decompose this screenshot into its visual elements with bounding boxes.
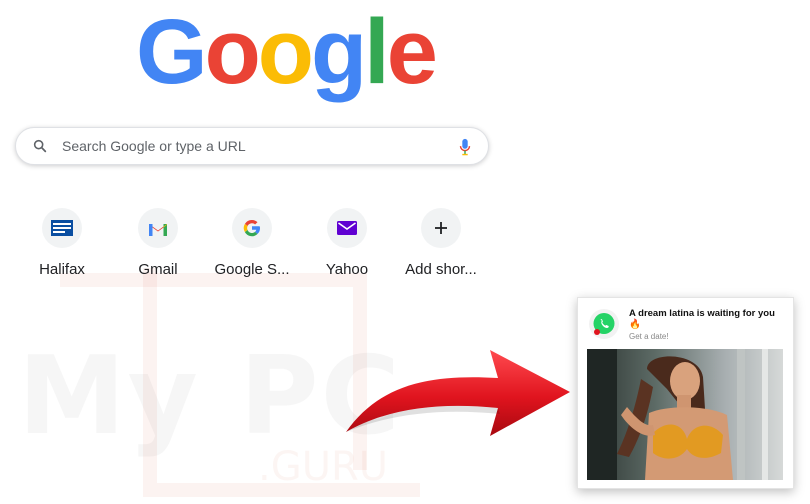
shortcut-gmail[interactable]: Gmail (112, 206, 204, 278)
shortcut-icon-circle (138, 208, 178, 248)
photo-illustration (587, 349, 783, 480)
search-icon (33, 139, 47, 153)
shortcut-label: Google S... (214, 261, 290, 278)
shortcut-label: Yahoo (325, 261, 369, 278)
shortcut-halifax[interactable]: Halifax (16, 206, 108, 278)
shortcut-icon-circle (232, 208, 272, 248)
search-input[interactable] (60, 137, 444, 155)
google-icon (243, 219, 261, 237)
shortcut-label: Gmail (138, 261, 178, 278)
watermark-subtext: .GURU (258, 444, 389, 490)
yahoo-mail-icon (337, 221, 357, 235)
mic-icon[interactable] (458, 138, 472, 156)
logo-letter: o (257, 1, 314, 103)
shortcut-add[interactable]: Add shor... (395, 206, 487, 278)
logo-letter: g (310, 1, 367, 103)
logo-letter: e (386, 1, 438, 103)
red-arrow-icon (346, 350, 570, 436)
notification-popup[interactable]: A dream latina is waiting for you 🔥 Get … (577, 297, 794, 489)
shortcut-icon-circle (421, 208, 461, 248)
google-logo: Google (136, 1, 438, 103)
shortcut-icon-circle (42, 208, 82, 248)
plus-icon (435, 222, 447, 234)
notification-subtitle: Get a date! (629, 332, 669, 341)
logo-letter: o (204, 1, 261, 103)
shortcut-icon-circle (327, 208, 367, 248)
notification-title: A dream latina is waiting for you 🔥 (629, 308, 775, 330)
shortcut-google-search[interactable]: Google S... (206, 206, 298, 278)
whatsapp-icon (589, 309, 619, 339)
shortcut-label: Halifax (39, 261, 85, 278)
halifax-icon (51, 220, 73, 236)
notification-photo (587, 349, 783, 480)
search-box[interactable] (15, 127, 489, 165)
logo-letter: G (136, 1, 208, 103)
gmail-icon (149, 223, 167, 236)
shortcut-label: Add shor... (405, 261, 477, 278)
shortcut-yahoo[interactable]: Yahoo (301, 206, 393, 278)
logo-letter: l (364, 1, 390, 103)
